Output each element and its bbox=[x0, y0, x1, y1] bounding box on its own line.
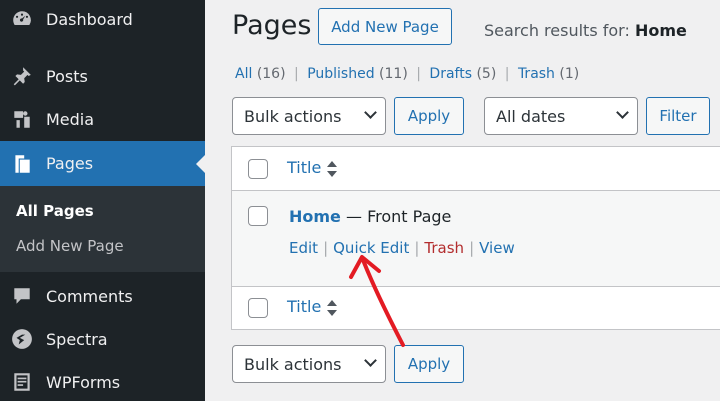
column-title-header[interactable]: Title bbox=[287, 158, 321, 177]
wpforms-icon bbox=[10, 370, 34, 394]
filter-trash-link[interactable]: Trash bbox=[518, 66, 555, 82]
menu-item-comments[interactable]: Comments bbox=[0, 275, 205, 317]
menu-item-spectra[interactable]: Spectra bbox=[0, 318, 205, 360]
menu-label: Media bbox=[46, 109, 95, 129]
menu-label: Posts bbox=[46, 66, 88, 86]
select-all-checkbox-top[interactable] bbox=[248, 159, 268, 179]
select-all-checkbox-bottom[interactable] bbox=[248, 298, 268, 318]
filter-button[interactable]: Filter bbox=[646, 97, 710, 135]
table-header: Title bbox=[232, 147, 720, 191]
filter-all-link[interactable]: All bbox=[235, 66, 252, 82]
status-filter-links: All (16) | Published (11) | Drafts (5) |… bbox=[235, 66, 580, 82]
admin-sidebar: Dashboard Posts Media Pages All Pages Ad… bbox=[0, 0, 205, 401]
pushpin-icon bbox=[10, 64, 34, 88]
media-icon bbox=[10, 107, 34, 131]
comment-icon bbox=[10, 284, 34, 308]
page-title: Pages bbox=[232, 10, 312, 41]
menu-item-wpforms[interactable]: WPForms bbox=[0, 361, 205, 401]
trash-link[interactable]: Trash bbox=[424, 239, 464, 257]
spectra-icon bbox=[10, 327, 34, 351]
menu-label: Pages bbox=[46, 154, 94, 173]
column-title-footer[interactable]: Title bbox=[287, 297, 321, 316]
table-row: Home — Front Page Edit | Quick Edit | Trash |… bbox=[232, 191, 720, 286]
edit-link[interactable]: Edit bbox=[289, 239, 318, 257]
search-results-label: Search results for: Home bbox=[484, 21, 687, 40]
menu-item-media[interactable]: Media bbox=[0, 98, 205, 140]
bulk-actions-select-top[interactable]: Bulk actions bbox=[232, 97, 386, 135]
submenu-all-pages[interactable]: All Pages bbox=[16, 202, 94, 220]
filter-all-count: (16) bbox=[256, 66, 286, 82]
chevron-down-icon bbox=[364, 106, 377, 119]
filter-drafts-count: (5) bbox=[476, 66, 497, 82]
table-footer: Title bbox=[232, 286, 720, 330]
dashboard-icon bbox=[10, 7, 34, 31]
main-content: Pages Add New Page Search results for: H… bbox=[205, 0, 720, 401]
menu-label: Dashboard bbox=[46, 9, 133, 29]
chevron-down-icon bbox=[616, 106, 629, 119]
filter-drafts-link[interactable]: Drafts bbox=[429, 66, 472, 82]
pages-submenu: All Pages Add New Page bbox=[0, 186, 205, 272]
page-title-link[interactable]: Home bbox=[289, 207, 341, 226]
menu-item-posts[interactable]: Posts bbox=[0, 55, 205, 97]
menu-item-dashboard[interactable]: Dashboard bbox=[0, 0, 205, 38]
row-checkbox[interactable] bbox=[248, 206, 268, 226]
add-new-page-button[interactable]: Add New Page bbox=[318, 8, 452, 45]
pages-icon bbox=[10, 152, 34, 176]
menu-label: WPForms bbox=[46, 372, 121, 392]
menu-label: Comments bbox=[46, 286, 133, 306]
sort-icon[interactable] bbox=[326, 160, 338, 178]
menu-label: Spectra bbox=[46, 329, 108, 349]
filter-published-link[interactable]: Published bbox=[307, 66, 374, 82]
row-title: Home — Front Page bbox=[289, 207, 451, 226]
page-state: — Front Page bbox=[340, 207, 452, 226]
view-link[interactable]: View bbox=[479, 239, 515, 257]
sort-icon[interactable] bbox=[326, 299, 338, 317]
annotation-arrow bbox=[349, 255, 405, 347]
pages-table: Title Home — Front Page Edit | Quick Edit |… bbox=[231, 146, 720, 330]
chevron-down-icon bbox=[364, 354, 377, 367]
filter-trash-count: (1) bbox=[559, 66, 580, 82]
filter-published-count: (11) bbox=[379, 66, 408, 82]
search-term: Home bbox=[634, 21, 687, 40]
dates-select[interactable]: All dates bbox=[484, 97, 638, 135]
submenu-add-new-page[interactable]: Add New Page bbox=[16, 237, 124, 255]
menu-item-pages[interactable]: Pages bbox=[0, 141, 205, 186]
apply-button-top[interactable]: Apply bbox=[394, 97, 464, 135]
